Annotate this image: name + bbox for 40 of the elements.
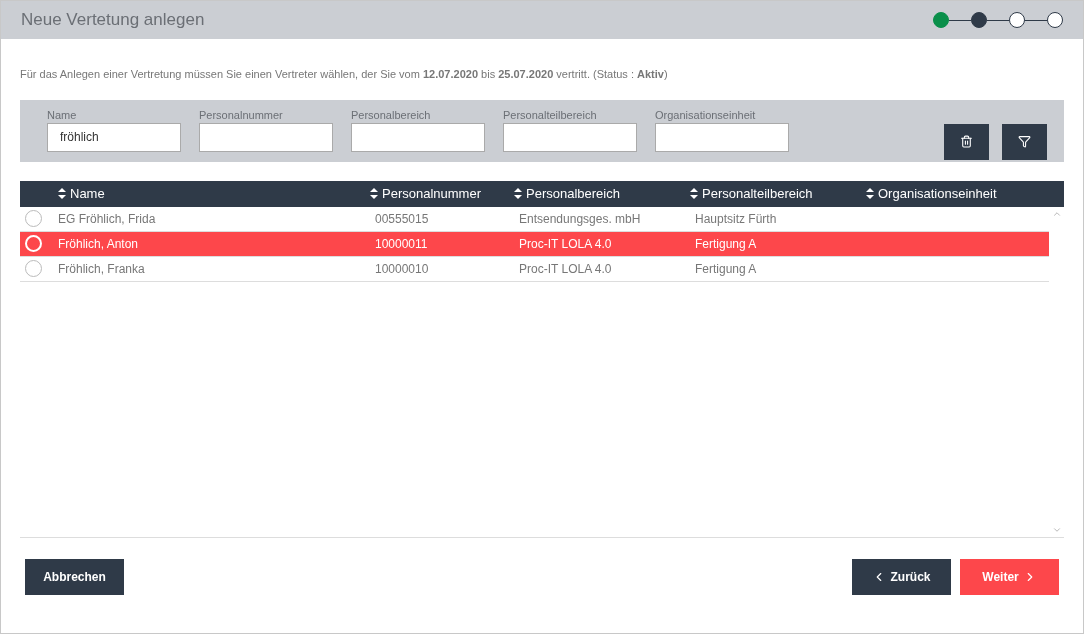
trash-icon xyxy=(960,135,973,148)
back-button[interactable]: Zurück xyxy=(852,558,951,595)
table-cell-text: Fertigung A xyxy=(694,235,758,253)
filter-field[interactable] xyxy=(199,122,333,152)
table-cell-text: Fertigung A xyxy=(694,260,758,278)
table-cell-text: 00555015 xyxy=(374,210,430,228)
info-text: Für das Anlegen einer Vertretung müssen Sie einen Vertreter wählen, der Sie vom 12.07.2020 bis 25.07.2020 vertritt. (Status : Aktiv) xyxy=(20,67,669,82)
filter-field[interactable]: fröhlich xyxy=(47,122,181,152)
table-cell-text: Hauptsitz Fürth xyxy=(694,210,778,228)
column-header[interactable]: Name xyxy=(70,183,105,204)
window-title: Neue Vertetung anlegen xyxy=(21,9,205,32)
filter-label: Name xyxy=(47,107,78,123)
table-cell-text: Fröhlich, Franka xyxy=(58,260,146,278)
delete-button[interactable] xyxy=(944,123,989,160)
filter-label: Organisationseinheit xyxy=(655,107,757,123)
table-cell-text: Fröhlich, Anton xyxy=(58,235,140,253)
column-header[interactable]: Personalnummer xyxy=(382,183,481,204)
column-header[interactable]: Personalteilbereich xyxy=(702,183,813,204)
sort-icon xyxy=(866,188,874,199)
sort-icon xyxy=(690,188,698,199)
column-header[interactable]: Personalbereich xyxy=(526,183,620,204)
sort-icon xyxy=(370,188,378,199)
table-cell-text: EG Fröhlich, Frida xyxy=(58,210,157,228)
filter-field[interactable] xyxy=(503,122,637,152)
sort-icon xyxy=(514,188,522,199)
table-cell-text: Proc-IT LOLA 4.0 xyxy=(518,260,613,278)
table-cell-text: 10000011 xyxy=(374,235,429,253)
table-cell-text: Proc-IT LOLA 4.0 xyxy=(518,235,613,253)
filter-label: Personalbereich xyxy=(351,107,432,123)
cancel-button[interactable]: Abbrechen xyxy=(25,558,124,595)
table-cell-text: 10000010 xyxy=(374,260,430,278)
table-cell-text: Entsendungsges. mbH xyxy=(518,210,642,228)
sort-icon xyxy=(58,188,66,199)
filter-button[interactable] xyxy=(1002,123,1047,160)
filter-icon xyxy=(1018,135,1031,148)
filter-field[interactable] xyxy=(655,122,789,152)
filter-label: Personalnummer xyxy=(199,107,284,123)
filter-label: Personalteilbereich xyxy=(503,107,598,123)
filter-field[interactable] xyxy=(351,122,485,152)
column-header[interactable]: Organisationseinheit xyxy=(878,183,997,204)
